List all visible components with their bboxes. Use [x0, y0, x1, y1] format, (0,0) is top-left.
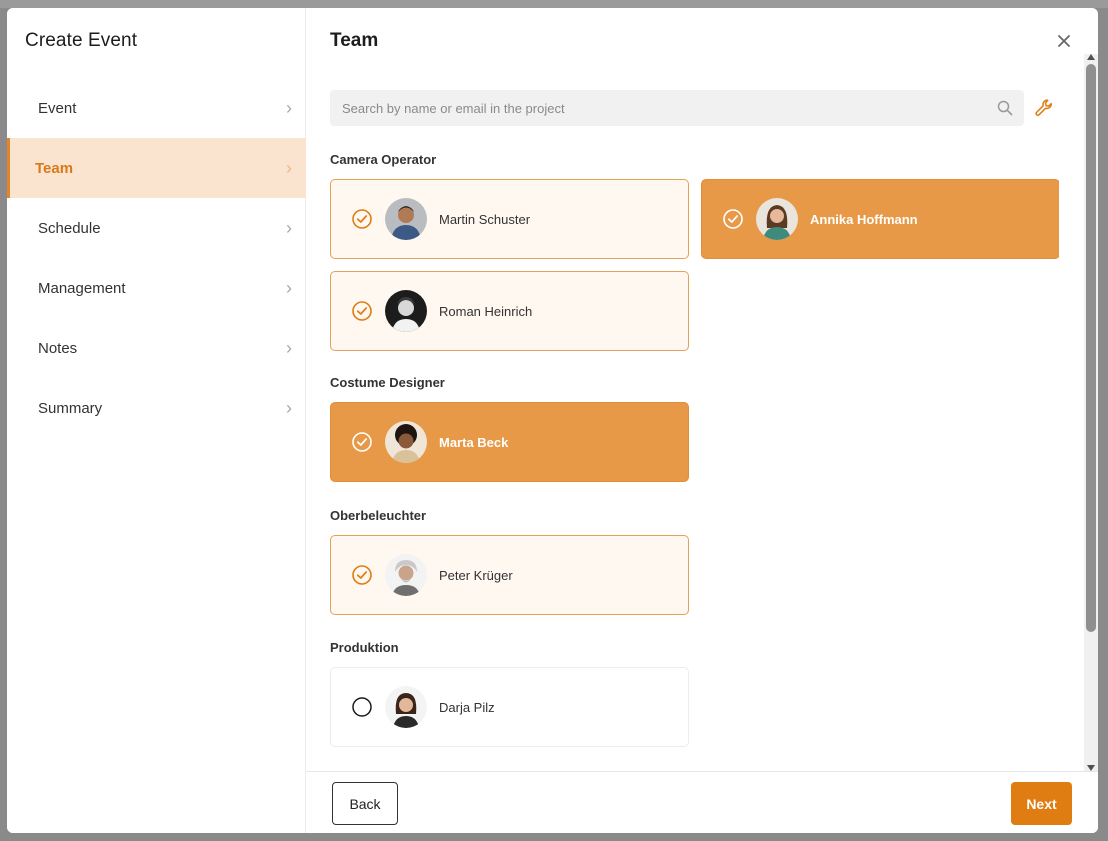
avatar	[385, 421, 427, 463]
role-produktion: Produktion	[330, 640, 399, 655]
member-name: Darja Pilz	[439, 699, 495, 715]
chevron-right-icon: ›	[286, 277, 292, 298]
avatar	[756, 198, 798, 240]
avatar	[385, 554, 427, 596]
step-management[interactable]: Management ›	[7, 258, 306, 318]
member-name: Martin Schuster	[439, 211, 531, 227]
role-oberbeleuchter: Oberbeleuchter	[330, 508, 427, 523]
step-event[interactable]: Event ›	[7, 78, 306, 138]
wrench-icon[interactable]	[1034, 98, 1054, 118]
role-costume-designer: Costume Designer	[330, 375, 445, 390]
step-team[interactable]: Team ›	[7, 138, 306, 198]
chevron-right-icon: ›	[286, 397, 292, 418]
member-card-darja-pilz[interactable]: Darja Pilz	[330, 667, 689, 747]
member-card-martin-schuster[interactable]: Martin Schuster	[330, 179, 689, 259]
step-label: Schedule	[38, 219, 101, 237]
member-card-annika-hoffmann[interactable]: Annika Hoffmann	[701, 179, 1059, 259]
role-camera-operator: Camera Operator	[330, 152, 437, 167]
wizard-sidebar: Create Event Event › Team › Schedule › M…	[7, 8, 306, 833]
avatar	[385, 290, 427, 332]
create-event-dialog: Create Event Event › Team › Schedule › M…	[7, 8, 1098, 833]
team-panel: Team Camera Operator Martin Schuster	[306, 8, 1098, 833]
team-content: Camera Operator Martin Schuster Annika H…	[330, 90, 1059, 770]
content-scrollbar[interactable]	[1084, 54, 1098, 774]
panel-title: Team	[330, 30, 379, 51]
check-circle-icon	[352, 565, 372, 585]
chevron-right-icon: ›	[286, 217, 292, 238]
step-label: Notes	[38, 339, 78, 357]
scroll-up-arrow-icon[interactable]	[1087, 54, 1095, 60]
back-button[interactable]: Back	[332, 782, 398, 825]
avatar	[385, 686, 427, 728]
chevron-right-icon: ›	[286, 337, 292, 358]
member-card-marta-beck[interactable]: Marta Beck	[330, 402, 689, 482]
search-icon	[997, 100, 1013, 116]
radio-empty-icon	[352, 697, 372, 717]
step-schedule[interactable]: Schedule ›	[7, 198, 306, 258]
next-button[interactable]: Next	[1011, 782, 1072, 825]
step-label: Team	[35, 159, 74, 177]
step-summary[interactable]: Summary ›	[7, 378, 306, 438]
check-circle-icon	[352, 301, 372, 321]
check-circle-icon	[352, 209, 372, 229]
member-card-roman-heinrich[interactable]: Roman Heinrich	[330, 271, 689, 351]
step-label: Event	[38, 99, 77, 117]
member-name: Annika Hoffmann	[810, 211, 918, 227]
member-cards: Darja Pilz	[330, 667, 1059, 747]
member-cards: Marta Beck	[330, 402, 1059, 482]
search-row	[330, 90, 1059, 126]
member-cards: Martin Schuster Annika Hoffmann Roman He…	[330, 179, 1059, 351]
wizard-steps: Event › Team › Schedule › Management › N…	[7, 78, 306, 438]
check-circle-icon	[723, 209, 743, 229]
member-name: Roman Heinrich	[439, 303, 533, 319]
close-icon[interactable]	[1054, 31, 1074, 51]
chevron-right-icon: ›	[286, 157, 292, 178]
member-cards: Peter Krüger	[330, 535, 1059, 615]
member-name: Peter Krüger	[439, 567, 513, 583]
step-label: Management	[38, 279, 126, 297]
member-card-peter-krueger[interactable]: Peter Krüger	[330, 535, 689, 615]
step-notes[interactable]: Notes ›	[7, 318, 306, 378]
dialog-title: Create Event	[25, 30, 138, 51]
dialog-footer: Back Next	[306, 771, 1098, 833]
scroll-thumb[interactable]	[1086, 64, 1096, 632]
member-name: Marta Beck	[439, 434, 509, 450]
step-label: Summary	[38, 399, 103, 417]
avatar	[385, 198, 427, 240]
chevron-right-icon: ›	[286, 97, 292, 118]
check-circle-icon	[352, 432, 372, 452]
background-app	[0, 0, 1108, 8]
member-search-input[interactable]	[330, 90, 1024, 126]
